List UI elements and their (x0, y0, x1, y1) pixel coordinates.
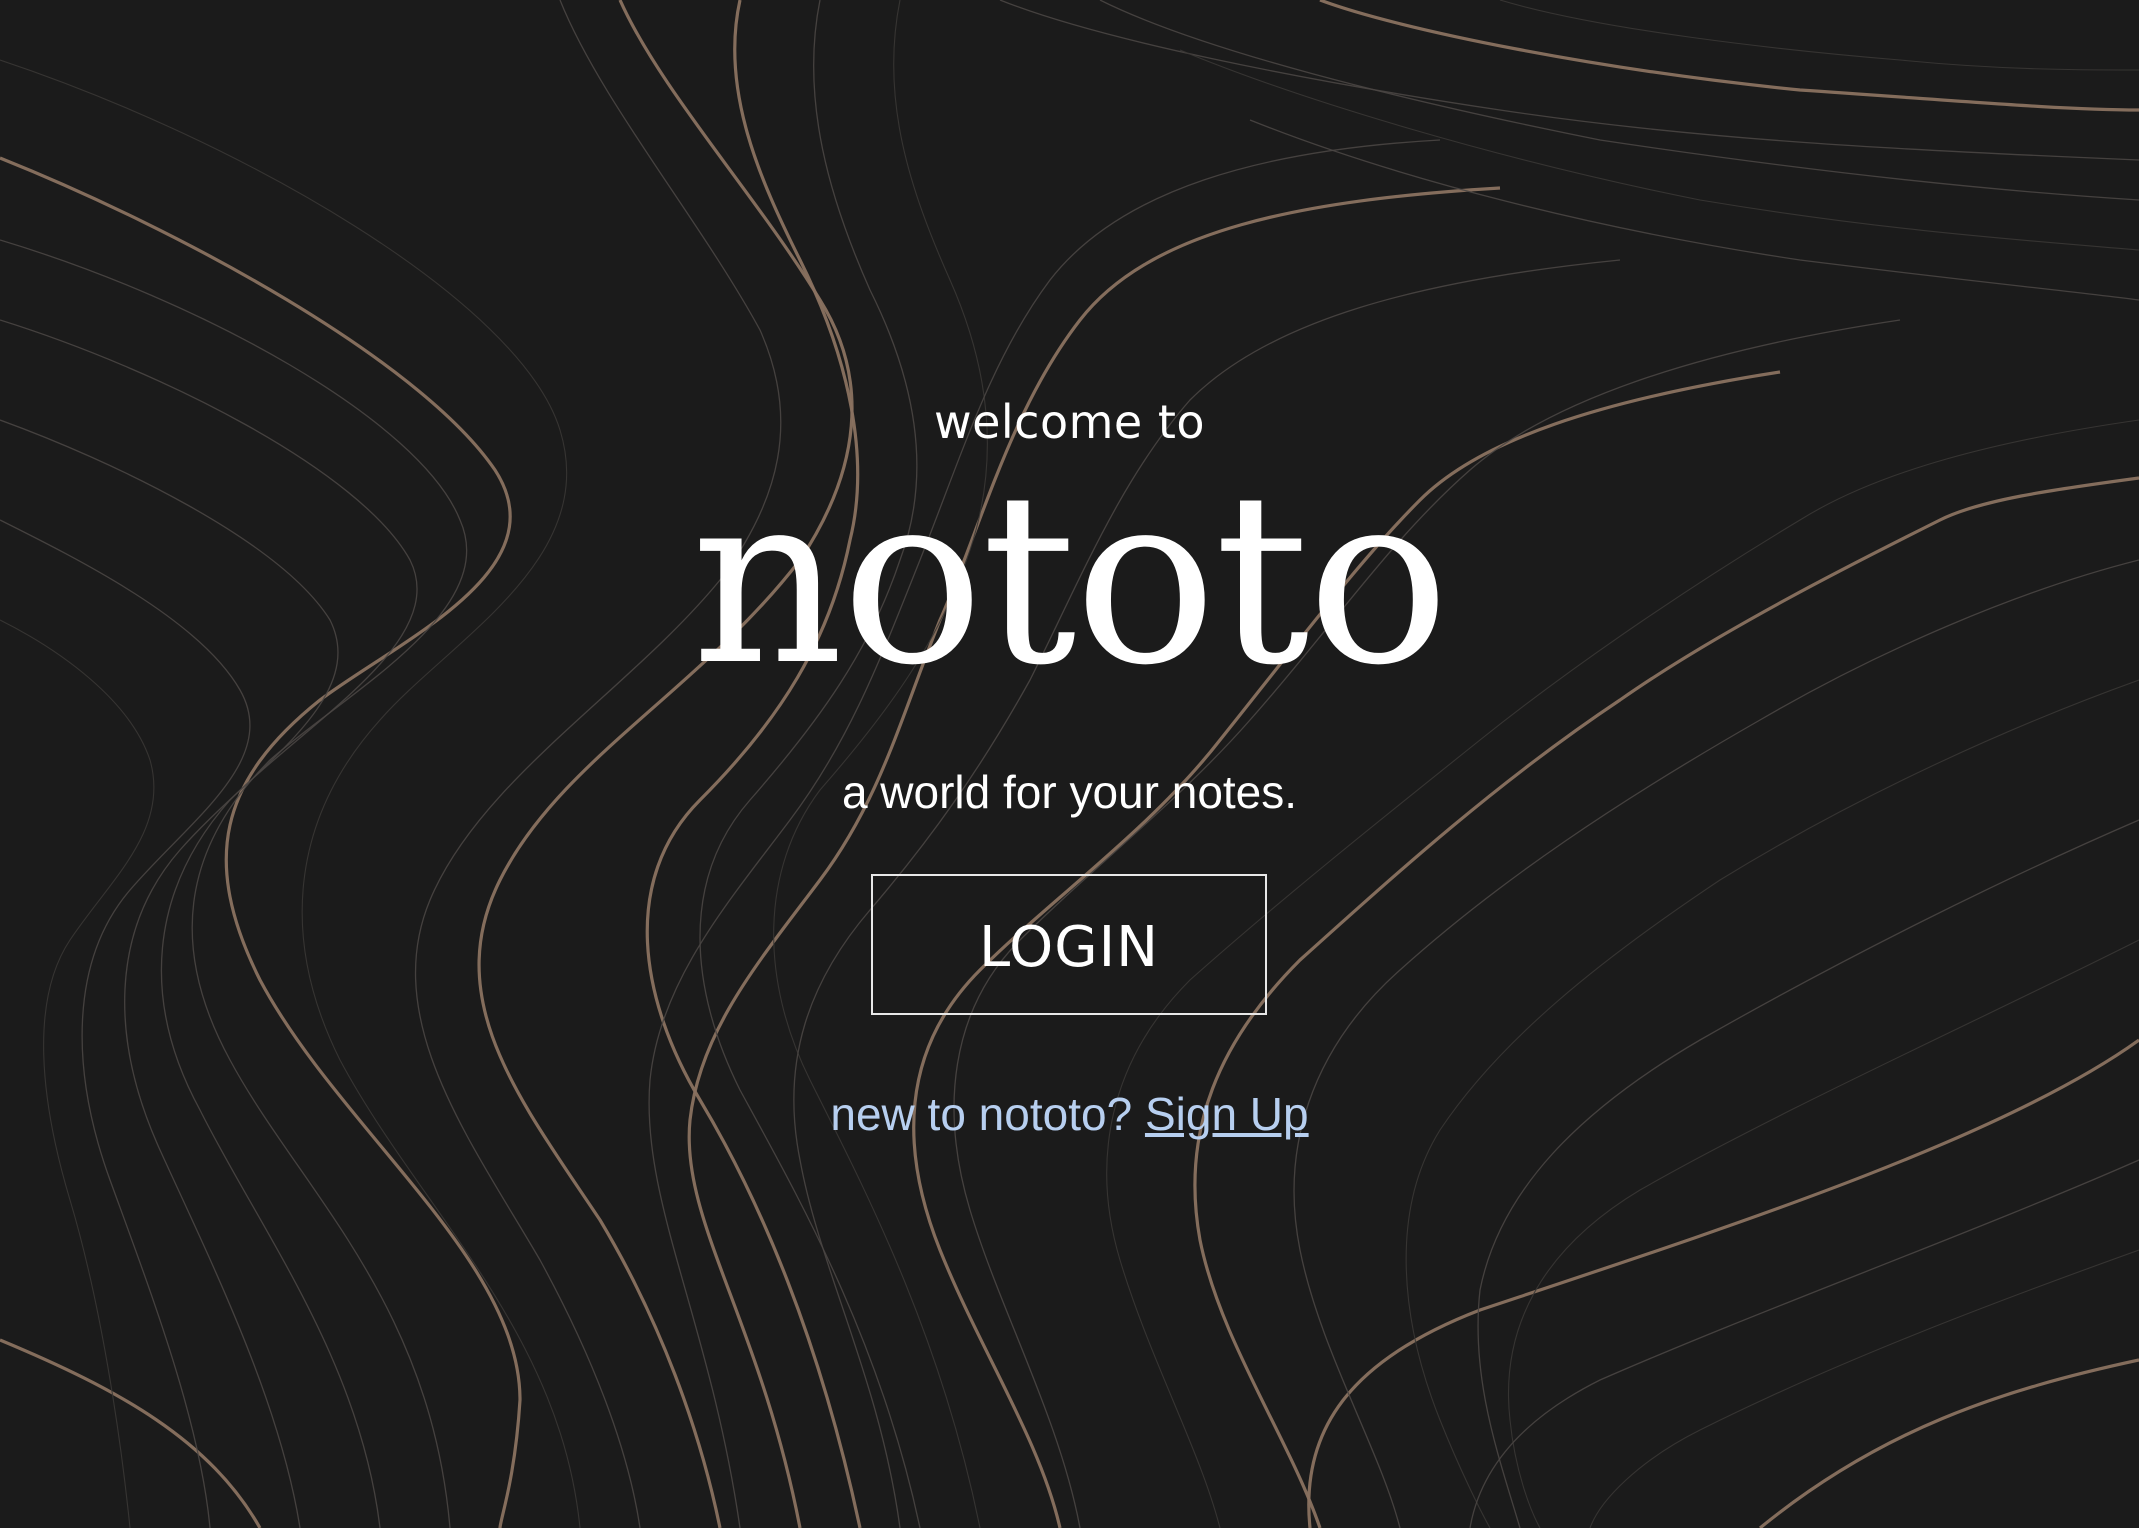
tagline: a world for your notes. (841, 766, 1298, 818)
signup-prompt-line: new to nototo? Sign Up (0, 1084, 2139, 1144)
signup-link[interactable]: Sign Up (1145, 1088, 1309, 1140)
signup-prompt-text: new to nototo? (830, 1088, 1133, 1140)
landing-page: welcome to nototo a world for your notes… (0, 0, 2139, 1528)
login-button[interactable]: LOGIN (871, 874, 1267, 1015)
hero-content: welcome to nototo a world for your notes… (0, 0, 2139, 1528)
brand-title: nototo (691, 442, 1450, 717)
